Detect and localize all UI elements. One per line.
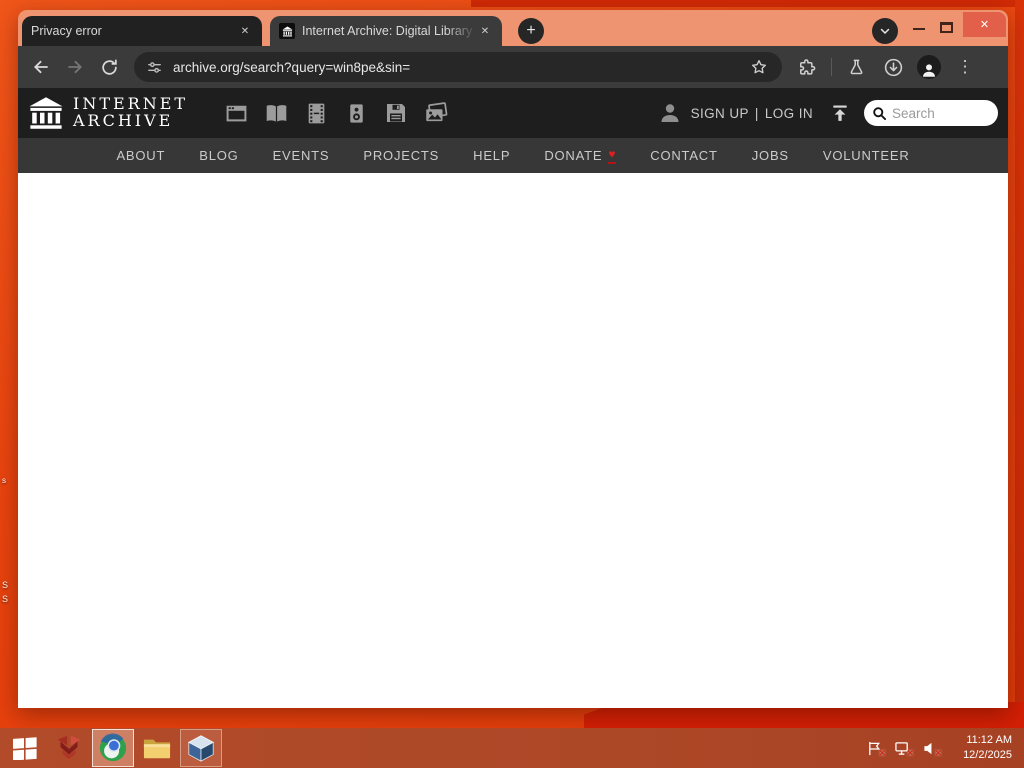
puzzle-icon (799, 58, 815, 75)
browser-toolbar: archive.org/search?query=win8pe&sin= ⋮ (18, 46, 1008, 88)
heart-icon: ♥ (608, 147, 617, 164)
chevron-down-icon (880, 28, 890, 35)
site-search-box[interactable] (864, 100, 998, 126)
audio-media-icon[interactable] (343, 100, 369, 126)
maximize-button[interactable] (940, 22, 953, 33)
auth-separator: | (754, 105, 759, 121)
person-icon (923, 64, 935, 77)
clock-time: 11:12 AM (966, 734, 1012, 747)
system-tray: ✕ ✕ ✕ (860, 739, 944, 758)
nav-projects[interactable]: PROJECTS (363, 148, 439, 163)
taskbar: ✕ ✕ ✕ 11:12 AM 12/2/2025 (0, 728, 1024, 768)
profile-button[interactable] (917, 55, 941, 79)
volume-muted-icon[interactable]: ✕ (920, 739, 942, 758)
forward-button[interactable] (62, 54, 88, 80)
video-media-icon[interactable] (303, 100, 329, 126)
log-in-link[interactable]: LOG IN (765, 106, 813, 121)
nav-about[interactable]: ABOUT (116, 148, 165, 163)
taskbar-chromium-button[interactable] (92, 729, 134, 767)
web-media-icon[interactable] (223, 100, 249, 126)
labs-button[interactable] (843, 54, 869, 80)
minimize-button[interactable] (913, 28, 925, 30)
browser-menu-button[interactable]: ⋮ (952, 54, 978, 80)
upload-icon (833, 105, 847, 121)
reload-button[interactable] (96, 54, 122, 80)
nav-help[interactable]: HELP (473, 148, 510, 163)
network-status-icon[interactable]: ✕ (892, 739, 914, 758)
download-icon (884, 58, 902, 76)
internet-archive-wordmark: INTERNET ARCHIVE (73, 94, 189, 130)
bookmark-star-button[interactable] (746, 54, 772, 80)
tab-strip: Privacy error ✕ Internet Archive: Digita… (18, 10, 1008, 46)
internet-archive-navbar: ABOUT BLOG EVENTS PROJECTS HELP DONATE ♥ … (18, 138, 1008, 173)
desktop-icon-label-fragment: S (2, 580, 9, 590)
search-icon (872, 106, 887, 121)
star-icon (752, 60, 766, 74)
upload-button[interactable] (830, 103, 850, 123)
taskbar-clock[interactable]: 11:12 AM 12/2/2025 (954, 733, 1012, 763)
close-icon[interactable]: ✕ (237, 23, 253, 39)
downloads-button[interactable] (880, 54, 906, 80)
virtualbox-cube-icon (187, 735, 215, 762)
folder-icon (143, 739, 171, 759)
nav-volunteer[interactable]: VOLUNTEER (823, 148, 910, 163)
nav-donate[interactable]: DONATE ♥ (544, 147, 617, 164)
auth-links: SIGN UP | LOG IN (688, 106, 816, 121)
nav-events[interactable]: EVENTS (273, 148, 330, 163)
taskbar-file-explorer-button[interactable] (136, 729, 178, 767)
toolbar-right-group: ⋮ (794, 54, 978, 80)
tab-search-button[interactable] (872, 18, 898, 44)
action-center-flag-icon[interactable]: ✕ (864, 739, 886, 758)
taskbar-virtualbox-button[interactable] (180, 729, 222, 767)
address-bar[interactable]: archive.org/search?query=win8pe&sin= (134, 52, 782, 82)
site-info-icon[interactable] (146, 59, 163, 76)
wallpaper-shade (471, 0, 1024, 7)
page-content-blank (18, 173, 1008, 708)
clock-date: 12/2/2025 (963, 749, 1012, 761)
start-button[interactable] (4, 729, 46, 767)
chromium-browser-icon (99, 733, 127, 762)
desktop-icon-label-fragment: S (2, 594, 9, 604)
url-text[interactable]: archive.org/search?query=win8pe&sin= (173, 60, 740, 75)
back-arrow-icon (34, 60, 48, 74)
page-viewport: INTERNET ARCHIVE SIGN UP | LOG IN Search… (18, 88, 1008, 708)
nav-contact[interactable]: CONTACT (650, 148, 717, 163)
back-button[interactable] (28, 54, 54, 80)
close-icon[interactable]: ✕ (477, 23, 493, 39)
sign-up-link[interactable]: SIGN UP (691, 106, 749, 121)
nav-jobs[interactable]: JOBS (752, 148, 789, 163)
account-person-icon (658, 101, 682, 125)
media-type-row (216, 100, 456, 126)
tab-title: Internet Archive: Digital Library (302, 24, 473, 38)
close-icon: ✕ (979, 19, 990, 31)
browser-window: Privacy error ✕ Internet Archive: Digita… (18, 10, 1008, 708)
internet-archive-favicon-icon (279, 23, 295, 39)
windows-logo-icon (13, 737, 37, 760)
software-media-icon[interactable] (383, 100, 409, 126)
forward-arrow-icon (68, 60, 82, 74)
reload-icon (101, 59, 117, 75)
wallpaper-shade (1015, 0, 1024, 730)
tab-privacy-error[interactable]: Privacy error ✕ (22, 16, 262, 46)
red-app-icon (57, 735, 81, 760)
desktop: s S S Privacy error ✕ Internet Archive: … (0, 0, 1024, 768)
new-tab-button[interactable]: + (518, 18, 544, 44)
texts-media-icon[interactable] (263, 100, 289, 126)
images-media-icon[interactable] (423, 100, 449, 126)
window-close-button[interactable]: ✕ (963, 12, 1006, 37)
search-input[interactable] (892, 105, 990, 121)
taskbar-red-app-button[interactable] (48, 729, 90, 767)
internet-archive-logo[interactable]: INTERNET ARCHIVE (28, 95, 188, 131)
nav-blog[interactable]: BLOG (199, 148, 238, 163)
tab-title: Privacy error (31, 24, 102, 38)
internet-archive-header: INTERNET ARCHIVE SIGN UP | LOG IN Search (18, 88, 1008, 138)
desktop-icon-label-fragment: s (2, 476, 6, 485)
tab-internet-archive[interactable]: Internet Archive: Digital Library ✕ (270, 16, 502, 46)
greek-building-icon (29, 97, 63, 129)
toolbar-divider (831, 58, 832, 76)
extensions-button[interactable] (794, 54, 820, 80)
header-right-group: SIGN UP | LOG IN (658, 100, 998, 126)
flask-icon (850, 59, 862, 74)
